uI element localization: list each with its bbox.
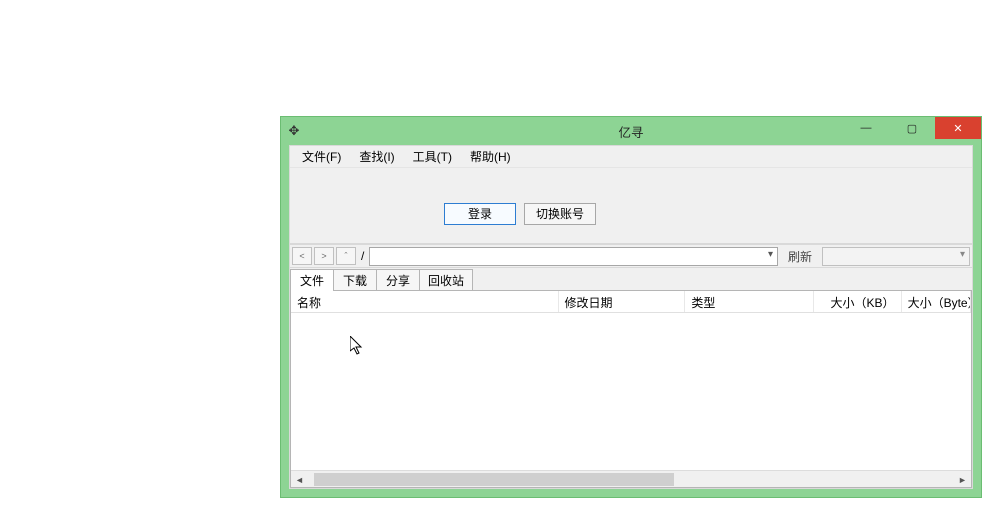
column-headers: 名称 修改日期 类型 大小（KB） 大小（Byte） (291, 291, 971, 313)
app-window: ✥ 亿寻 — ▢ ✕ 文件(F) 查找(I) 工具(T) 帮助(H) 登录 切换… (280, 116, 982, 498)
col-name[interactable]: 名称 (291, 291, 559, 312)
col-modified[interactable]: 修改日期 (559, 291, 686, 312)
client-area: 文件(F) 查找(I) 工具(T) 帮助(H) 登录 切换账号 < > ˆ / … (289, 145, 973, 489)
tab-files[interactable]: 文件 (290, 269, 334, 291)
path-root-label: / (358, 249, 367, 263)
path-combobox[interactable] (369, 247, 778, 266)
login-button[interactable]: 登录 (444, 203, 516, 225)
tab-recycle[interactable]: 回收站 (419, 269, 473, 291)
col-size-bytes[interactable]: 大小（Byte） (902, 291, 971, 312)
close-button[interactable]: ✕ (935, 117, 981, 139)
menu-bar: 文件(F) 查找(I) 工具(T) 帮助(H) (290, 146, 972, 168)
menu-find[interactable]: 查找(I) (351, 146, 402, 167)
file-grid: 名称 修改日期 类型 大小（KB） 大小（Byte） ◄ ► (290, 290, 972, 488)
maximize-button[interactable]: ▢ (889, 117, 935, 139)
window-controls: — ▢ ✕ (843, 117, 981, 139)
scroll-thumb[interactable] (314, 473, 674, 486)
search-combobox[interactable] (822, 247, 970, 266)
menu-tools[interactable]: 工具(T) (405, 146, 460, 167)
refresh-button[interactable]: 刷新 (780, 248, 820, 265)
nav-forward-button[interactable]: > (314, 247, 334, 265)
menu-file[interactable]: 文件(F) (294, 146, 349, 167)
nav-bar: < > ˆ / 刷新 (290, 244, 972, 268)
nav-back-button[interactable]: < (292, 247, 312, 265)
tab-share[interactable]: 分享 (376, 269, 420, 291)
col-type[interactable]: 类型 (685, 291, 814, 312)
tab-downloads[interactable]: 下载 (333, 269, 377, 291)
toolbar: 登录 切换账号 (290, 168, 972, 244)
col-size-kb[interactable]: 大小（KB） (814, 291, 901, 312)
menu-help[interactable]: 帮助(H) (462, 146, 519, 167)
grid-body[interactable] (291, 313, 971, 470)
scroll-left-arrow[interactable]: ◄ (291, 471, 308, 488)
switch-account-button[interactable]: 切换账号 (524, 203, 596, 225)
minimize-button[interactable]: — (843, 117, 889, 139)
tab-bar: 文件 下载 分享 回收站 (290, 268, 972, 290)
horizontal-scrollbar[interactable]: ◄ ► (291, 470, 971, 487)
scroll-right-arrow[interactable]: ► (954, 471, 971, 488)
nav-up-button[interactable]: ˆ (336, 247, 356, 265)
title-bar[interactable]: ✥ 亿寻 — ▢ ✕ (281, 117, 981, 145)
